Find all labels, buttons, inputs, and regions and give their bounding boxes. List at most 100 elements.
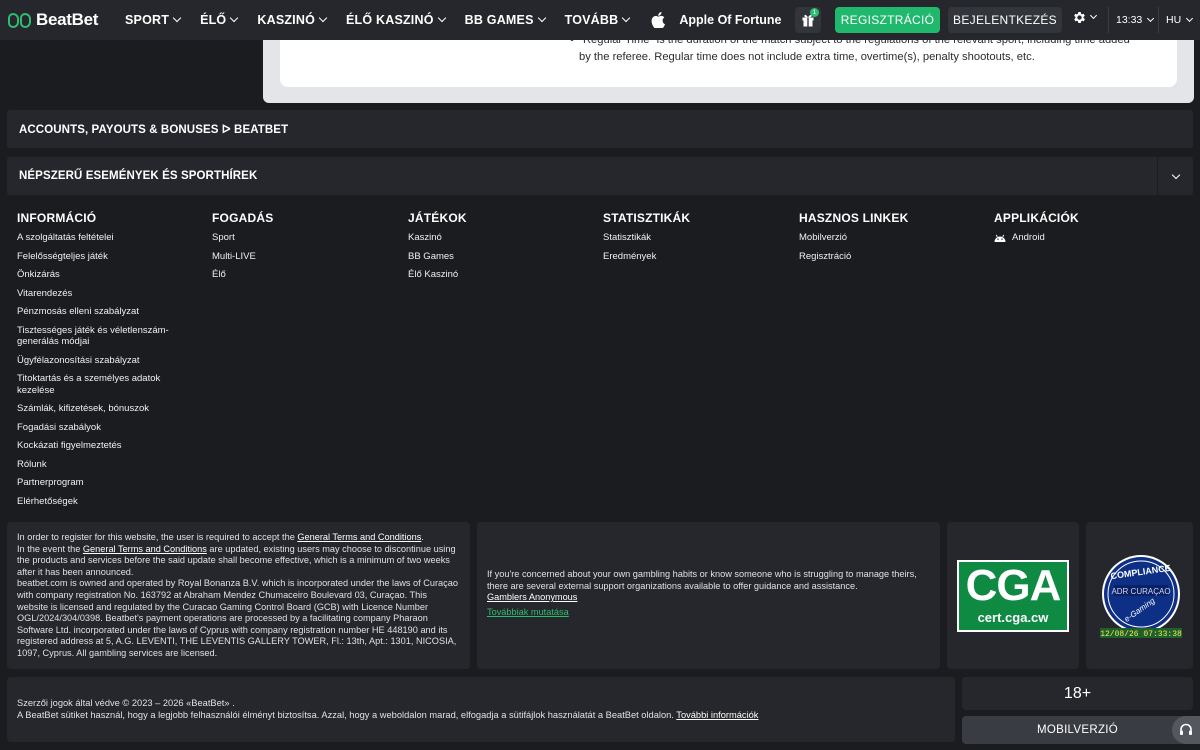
mobile-version-button[interactable]: MOBILVERZIÓ [962, 716, 1193, 744]
footer-link[interactable]: Számlák, kifizetések, bónuszok [17, 403, 197, 415]
terms-link[interactable]: General Terms and Conditions [297, 532, 421, 542]
footer-link[interactable]: Mobilverzió [799, 232, 979, 244]
legal-info-panel: In order to register for this website, t… [7, 522, 470, 669]
footer-link[interactable]: Élő Kaszinó [408, 269, 588, 281]
cga-certificate-badge[interactable]: CGA cert.cga.cw [957, 560, 1069, 632]
cga-url-text: cert.cga.cw [977, 610, 1049, 625]
terms-link[interactable]: General Terms and Conditions [83, 544, 207, 554]
accounts-payouts-title: ACCOUNTS, PAYOUTS & BONUSES ᐅ BEATBET [19, 124, 289, 136]
nav-casino[interactable]: KASZINÓ [257, 13, 328, 27]
android-label: Android [1012, 232, 1045, 243]
chevron-down-icon [1147, 14, 1155, 22]
language-label: HU [1166, 14, 1182, 26]
support-text-block: If you're concerned about your own gambl… [487, 569, 932, 618]
column-title: APPLIKÁCIÓK [994, 211, 1079, 225]
footer-link[interactable]: Partnerprogram [17, 477, 197, 489]
settings-button[interactable] [1072, 10, 1098, 25]
column-title: STATISZTIKÁK [603, 211, 691, 225]
legal-text: In order to register for this website, t… [17, 532, 298, 542]
copyright-text: Szerzői jogok által védve © 2023 – 2026 … [17, 698, 235, 708]
nav-bb-games[interactable]: BB GAMES [465, 13, 546, 27]
support-text: If you're concerned about your own gambl… [487, 569, 917, 591]
footer-link[interactable]: Regisztráció [799, 251, 979, 263]
footer-link[interactable]: Önkizárás [17, 269, 197, 281]
legal-paragraph-2: In the event the General Terms and Condi… [17, 544, 460, 579]
footer-column-betting: FOGADÁS Sport Multi-LIVE Élő [212, 211, 392, 288]
nav-live-label: ÉLŐ [200, 13, 227, 27]
headset-icon [1180, 723, 1192, 735]
popular-events-accordion[interactable]: NÉPSZERŰ ESEMÉNYEK ÉS SPORTHÍREK [7, 157, 1193, 195]
nav-more[interactable]: TOVÁBB [564, 13, 631, 27]
chevron-down-icon [1089, 11, 1098, 20]
chevron-down-icon [437, 13, 446, 23]
expand-button[interactable] [1157, 157, 1193, 195]
android-app-link[interactable]: Android [994, 232, 1174, 244]
gamblers-anonymous-link[interactable]: Gamblers Anonymous [487, 592, 577, 602]
footer-column-games: JÁTÉKOK Kaszinó BB Games Élő Kaszinó [408, 211, 588, 288]
footer-link[interactable]: Fogadási szabályok [17, 422, 197, 434]
footer-link[interactable]: Multi-LIVE [212, 251, 392, 263]
footer-link[interactable]: Statisztikák [603, 232, 783, 244]
accounts-payouts-accordion[interactable]: ACCOUNTS, PAYOUTS & BONUSES ᐅ BEATBET [7, 110, 1193, 148]
chevron-down-icon [1186, 14, 1194, 22]
more-info-link[interactable]: További információk [676, 710, 758, 720]
footer-link[interactable]: Ügyfélazonosítási szabályzat [17, 355, 197, 367]
top-navigation-bar: BeatBet SPORT ÉLŐ KASZINÓ ÉLŐ KASZINÓ BB… [0, 0, 1200, 40]
footer-link[interactable]: Elérhetőségek [17, 496, 197, 508]
gambling-support-panel: If you're concerned about your own gambl… [477, 522, 940, 669]
copyright-panel: Szerzői jogok által védve © 2023 – 2026 … [7, 677, 955, 742]
legal-paragraph-1: In order to register for this website, t… [17, 532, 460, 544]
gift-button[interactable]: 1 [795, 7, 821, 33]
nav-live-casino[interactable]: ÉLŐ KASZINÓ [346, 13, 446, 27]
cga-logo-text: CGA [965, 561, 1062, 610]
nav-sport[interactable]: SPORT [125, 13, 182, 27]
seal-date-text: 12/08/26 07:33:38 [1100, 630, 1182, 639]
footer-link[interactable]: Tisztességes játék és véletlenszám-gener… [17, 325, 182, 348]
gift-count-badge: 1 [810, 8, 819, 17]
footer-link[interactable]: Eredmények [603, 251, 783, 263]
footer-column-statistics: STATISZTIKÁK Statisztikák Eredmények [603, 211, 783, 269]
compliance-seal-panel: COMPLIANCE ADR CURAÇAO e-Gaming 12/08/26… [1086, 522, 1193, 669]
live-support-button[interactable] [1172, 716, 1200, 744]
footer-column-information: INFORMÁCIÓ A szolgáltatás feltételei Fel… [17, 211, 197, 514]
nav-more-label: TOVÁBB [564, 13, 619, 27]
nav-apple-of-fortune[interactable]: Apple Of Fortune [651, 12, 781, 28]
nav-live-casino-label: ÉLŐ KASZINÓ [346, 13, 434, 27]
footer-link[interactable]: Rólunk [17, 459, 197, 471]
column-title: HASZNOS LINKEK [799, 211, 909, 225]
footer-link[interactable]: Pénzmosás elleni szabályzat [17, 306, 197, 318]
apple-of-fortune-label: Apple Of Fortune [679, 13, 782, 27]
footer-link[interactable]: A szolgáltatás feltételei [17, 232, 197, 244]
beatbet-logo-icon [8, 12, 31, 28]
compliance-seal-icon[interactable]: COMPLIANCE ADR CURAÇAO e-Gaming 12/08/26… [1096, 554, 1186, 640]
chevron-down-icon [318, 13, 328, 23]
seal-mid-text: ADR CURAÇAO [1111, 587, 1170, 596]
chevron-down-icon [230, 13, 239, 23]
column-title: INFORMÁCIÓ [17, 211, 97, 225]
footer-link[interactable]: BB Games [408, 251, 588, 263]
language-selector[interactable]: HU [1158, 7, 1194, 33]
footer-link[interactable]: Titoktartás és a személyes adatok kezelé… [17, 373, 177, 396]
main-nav: SPORT ÉLŐ KASZINÓ ÉLŐ KASZINÓ BB GAMES T… [125, 0, 781, 40]
login-button[interactable]: BEJELENTKEZÉS [948, 7, 1062, 33]
gear-icon [1074, 12, 1085, 23]
footer-link[interactable]: Kaszinó [408, 232, 588, 244]
nav-casino-label: KASZINÓ [257, 13, 316, 27]
logo-text: BeatBet [36, 10, 99, 29]
show-more-link[interactable]: Továbbiak mutatása [487, 607, 932, 619]
footer-link[interactable]: Élő [212, 269, 392, 281]
column-title: FOGADÁS [212, 211, 274, 225]
footer-link[interactable]: Vitarendezés [17, 288, 197, 300]
footer-link[interactable]: Felelősségteljes játék [17, 251, 197, 263]
time-selector[interactable]: 13:33 [1108, 7, 1155, 33]
age-restriction-badge: 18+ [962, 677, 1193, 710]
legal-text: In the event the [17, 543, 83, 554]
register-button[interactable]: REGISZTRÁCIÓ [835, 7, 940, 33]
chevron-down-icon [537, 13, 546, 23]
nav-sport-label: SPORT [125, 13, 170, 27]
footer-link[interactable]: Sport [212, 232, 392, 244]
logo[interactable]: BeatBet [8, 0, 108, 40]
footer-column-useful-links: HASZNOS LINKEK Mobilverzió Regisztráció [799, 211, 979, 269]
footer-link[interactable]: Kockázati figyelmeztetés [17, 440, 197, 452]
nav-live[interactable]: ÉLŐ [200, 13, 239, 27]
